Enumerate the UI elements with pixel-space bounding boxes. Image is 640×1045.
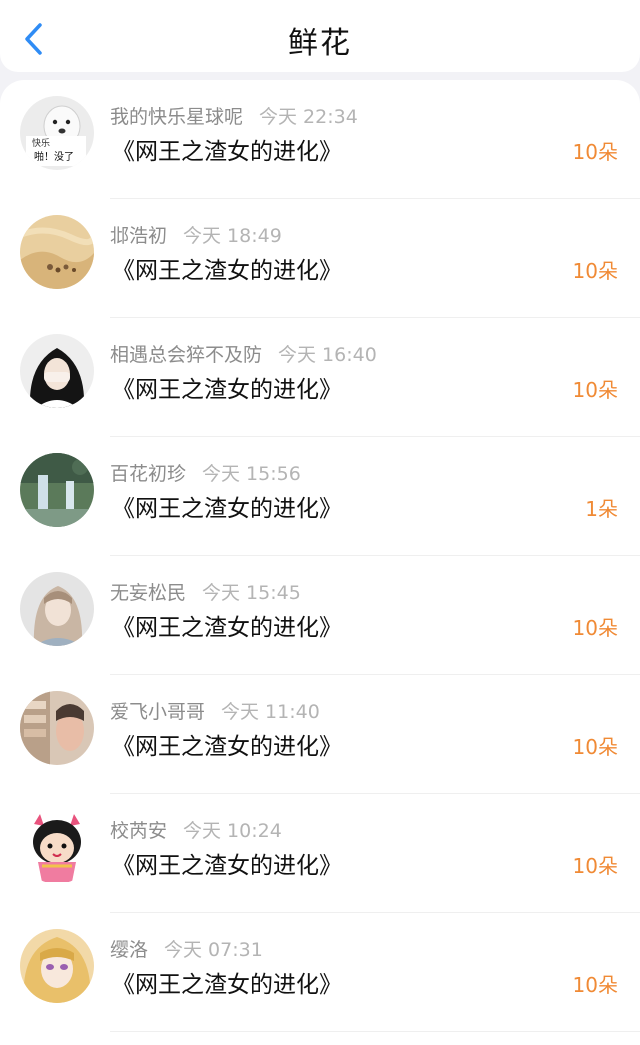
username[interactable]: 爱飞小哥哥	[110, 701, 205, 723]
avatar-caption: 啪！没了	[34, 150, 74, 163]
flower-count: 10朵	[572, 973, 618, 997]
username[interactable]: 校芮安	[110, 820, 167, 842]
list-item[interactable]: 校芮安 今天 10:24 《网王之渣女的进化》 10朵	[0, 794, 640, 913]
list-item[interactable]: 邶浩初 今天 18:49 《网王之渣女的进化》 10朵	[0, 199, 640, 318]
flower-gift-list: 快乐 啪！没了 我的快乐星球呢 今天 22:34 《网王之渣女的进化》 10朵 邶…	[0, 80, 640, 1045]
avatar-caption: 快乐	[32, 137, 50, 149]
flower-count: 10朵	[572, 616, 618, 640]
meta-line: 无妄松民 今天 15:45	[110, 578, 301, 605]
divider	[110, 1031, 640, 1032]
meta-line: 缨洛 今天 07:31	[110, 935, 263, 962]
book-title[interactable]: 《网王之渣女的进化》	[112, 965, 342, 999]
flower-count: 10朵	[572, 140, 618, 164]
avatar[interactable]	[20, 810, 94, 884]
book-title[interactable]: 《网王之渣女的进化》	[112, 132, 342, 166]
avatar[interactable]: 快乐 啪！没了	[20, 96, 94, 170]
flower-count: 10朵	[572, 259, 618, 283]
username[interactable]: 邶浩初	[110, 225, 167, 247]
list-item[interactable]: 百花初珍 今天 15:56 《网王之渣女的进化》 1朵	[0, 437, 640, 556]
book-title[interactable]: 《网王之渣女的进化》	[112, 489, 342, 523]
flower-count: 10朵	[572, 378, 618, 402]
username[interactable]: 无妄松民	[110, 582, 186, 604]
list-item[interactable]: 相遇总会猝不及防 今天 16:40 《网王之渣女的进化》 10朵	[0, 318, 640, 437]
list-item[interactable]: 爱飞小哥哥 今天 11:40 《网王之渣女的进化》 10朵	[0, 675, 640, 794]
timestamp: 今天 22:34	[259, 106, 358, 128]
flower-count: 1朵	[585, 497, 618, 521]
username[interactable]: 百花初珍	[110, 463, 186, 485]
avatar[interactable]	[20, 929, 94, 1003]
flower-count: 10朵	[572, 735, 618, 759]
avatar[interactable]	[20, 334, 94, 408]
meta-line: 相遇总会猝不及防 今天 16:40	[110, 340, 377, 367]
book-title[interactable]: 《网王之渣女的进化》	[112, 608, 342, 642]
meta-line: 校芮安 今天 10:24	[110, 816, 282, 843]
list-item[interactable]: 缨洛 今天 07:31 《网王之渣女的进化》 10朵	[0, 913, 640, 1032]
timestamp: 今天 11:40	[221, 701, 320, 723]
username[interactable]: 相遇总会猝不及防	[110, 344, 262, 366]
timestamp: 今天 07:31	[164, 939, 263, 961]
username[interactable]: 我的快乐星球呢	[110, 106, 243, 128]
timestamp: 今天 15:56	[202, 463, 301, 485]
timestamp: 今天 15:45	[202, 582, 301, 604]
book-title[interactable]: 《网王之渣女的进化》	[112, 251, 342, 285]
flower-count: 10朵	[572, 854, 618, 878]
book-title[interactable]: 《网王之渣女的进化》	[112, 727, 342, 761]
timestamp: 今天 10:24	[183, 820, 282, 842]
username[interactable]: 缨洛	[110, 939, 148, 961]
meta-line: 我的快乐星球呢 今天 22:34	[110, 102, 358, 129]
avatar[interactable]	[20, 691, 94, 765]
meta-line: 邶浩初 今天 18:49	[110, 221, 282, 248]
avatar[interactable]	[20, 453, 94, 527]
list-item[interactable]: 快乐 啪！没了 我的快乐星球呢 今天 22:34 《网王之渣女的进化》 10朵	[0, 80, 640, 199]
timestamp: 今天 18:49	[183, 225, 282, 247]
book-title[interactable]: 《网王之渣女的进化》	[112, 846, 342, 880]
timestamp: 今天 16:40	[278, 344, 377, 366]
avatar[interactable]	[20, 572, 94, 646]
meta-line: 百花初珍 今天 15:56	[110, 459, 301, 486]
page-title: 鲜花	[288, 26, 352, 61]
meta-line: 爱飞小哥哥 今天 11:40	[110, 697, 320, 724]
top-bar: 鲜花	[0, 0, 640, 72]
list-item[interactable]: 无妄松民 今天 15:45 《网王之渣女的进化》 10朵	[0, 556, 640, 675]
book-title[interactable]: 《网王之渣女的进化》	[112, 370, 342, 404]
avatar[interactable]	[20, 215, 94, 289]
